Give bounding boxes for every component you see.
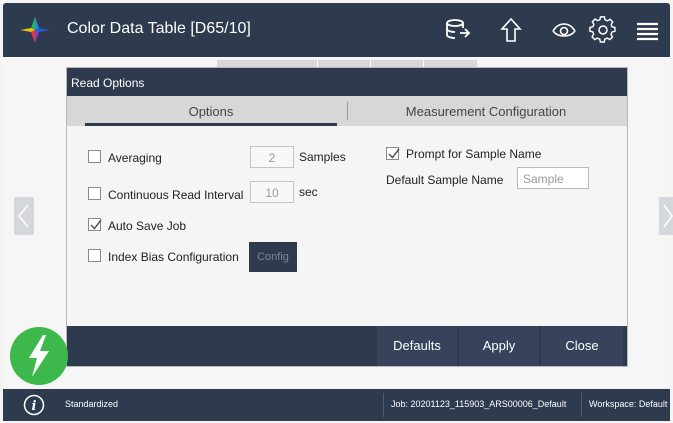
averaging-unit-label: Samples xyxy=(299,150,346,164)
default-sample-name-label: Default Sample Name xyxy=(386,173,504,187)
workspace-status[interactable]: Workspace: Default xyxy=(589,399,667,409)
continuous-read-unit-label: sec xyxy=(299,185,318,199)
upload-arrow-icon[interactable] xyxy=(497,16,525,44)
previous-arrow-icon[interactable] xyxy=(14,197,34,235)
index-bias-checkbox[interactable] xyxy=(88,249,101,262)
dialog-footer: Defaults Apply Close xyxy=(67,326,627,366)
apply-button[interactable]: Apply xyxy=(459,326,539,366)
tab-options[interactable]: Options xyxy=(85,96,337,126)
measure-button[interactable] xyxy=(10,327,68,385)
checkmark-icon xyxy=(388,148,400,159)
job-status[interactable]: Job: 20201123_115903_ARS00006_Default xyxy=(391,399,566,409)
close-button[interactable]: Close xyxy=(541,326,623,366)
dialog-tab-bar: Options Measurement Configuration xyxy=(67,96,627,126)
index-bias-label: Index Bias Configuration xyxy=(108,250,239,264)
app-logo-icon xyxy=(20,17,50,43)
eye-icon[interactable] xyxy=(550,16,578,44)
checkmark-icon xyxy=(90,219,102,230)
prompt-sample-name-checkbox[interactable] xyxy=(386,147,400,160)
auto-save-label: Auto Save Job xyxy=(108,219,187,233)
default-sample-name-input[interactable]: Sample xyxy=(517,167,589,189)
continuous-read-checkbox[interactable] xyxy=(88,187,101,200)
defaults-button[interactable]: Defaults xyxy=(377,326,457,366)
config-button[interactable]: Config xyxy=(249,242,297,272)
app-title: Color Data Table [D65/10] xyxy=(67,20,251,37)
svg-text:i: i xyxy=(32,399,37,414)
averaging-label: Averaging xyxy=(108,151,162,165)
dialog-title: Read Options xyxy=(67,68,627,96)
menu-icon[interactable] xyxy=(633,16,661,44)
tab-measurement-configuration[interactable]: Measurement Configuration xyxy=(357,96,615,126)
top-bar: Color Data Table [D65/10] xyxy=(3,3,670,57)
standardized-status: Standardized xyxy=(65,399,119,409)
dialog-body: Averaging 2 Samples Continuous Read Inte… xyxy=(67,126,627,326)
averaging-checkbox[interactable] xyxy=(88,150,101,163)
status-separator xyxy=(581,393,582,417)
averaging-samples-input[interactable]: 2 xyxy=(250,146,294,168)
tab-divider xyxy=(347,102,348,120)
status-bar: i Standardized Job: 20201123_115903_ARS0… xyxy=(3,389,670,421)
database-export-icon[interactable] xyxy=(444,16,472,44)
prompt-sample-name-label: Prompt for Sample Name xyxy=(406,147,542,161)
continuous-read-interval-input[interactable]: 10 xyxy=(250,181,294,203)
lightning-bolt-icon xyxy=(29,335,49,377)
continuous-read-label: Continuous Read Interval xyxy=(108,188,244,202)
next-arrow-icon[interactable] xyxy=(659,197,673,235)
auto-save-checkbox[interactable] xyxy=(88,218,102,231)
status-separator xyxy=(383,393,384,417)
info-icon[interactable]: i xyxy=(23,394,45,416)
gear-icon[interactable] xyxy=(589,16,617,44)
read-options-dialog: Read Options Options Measurement Configu… xyxy=(67,68,627,366)
